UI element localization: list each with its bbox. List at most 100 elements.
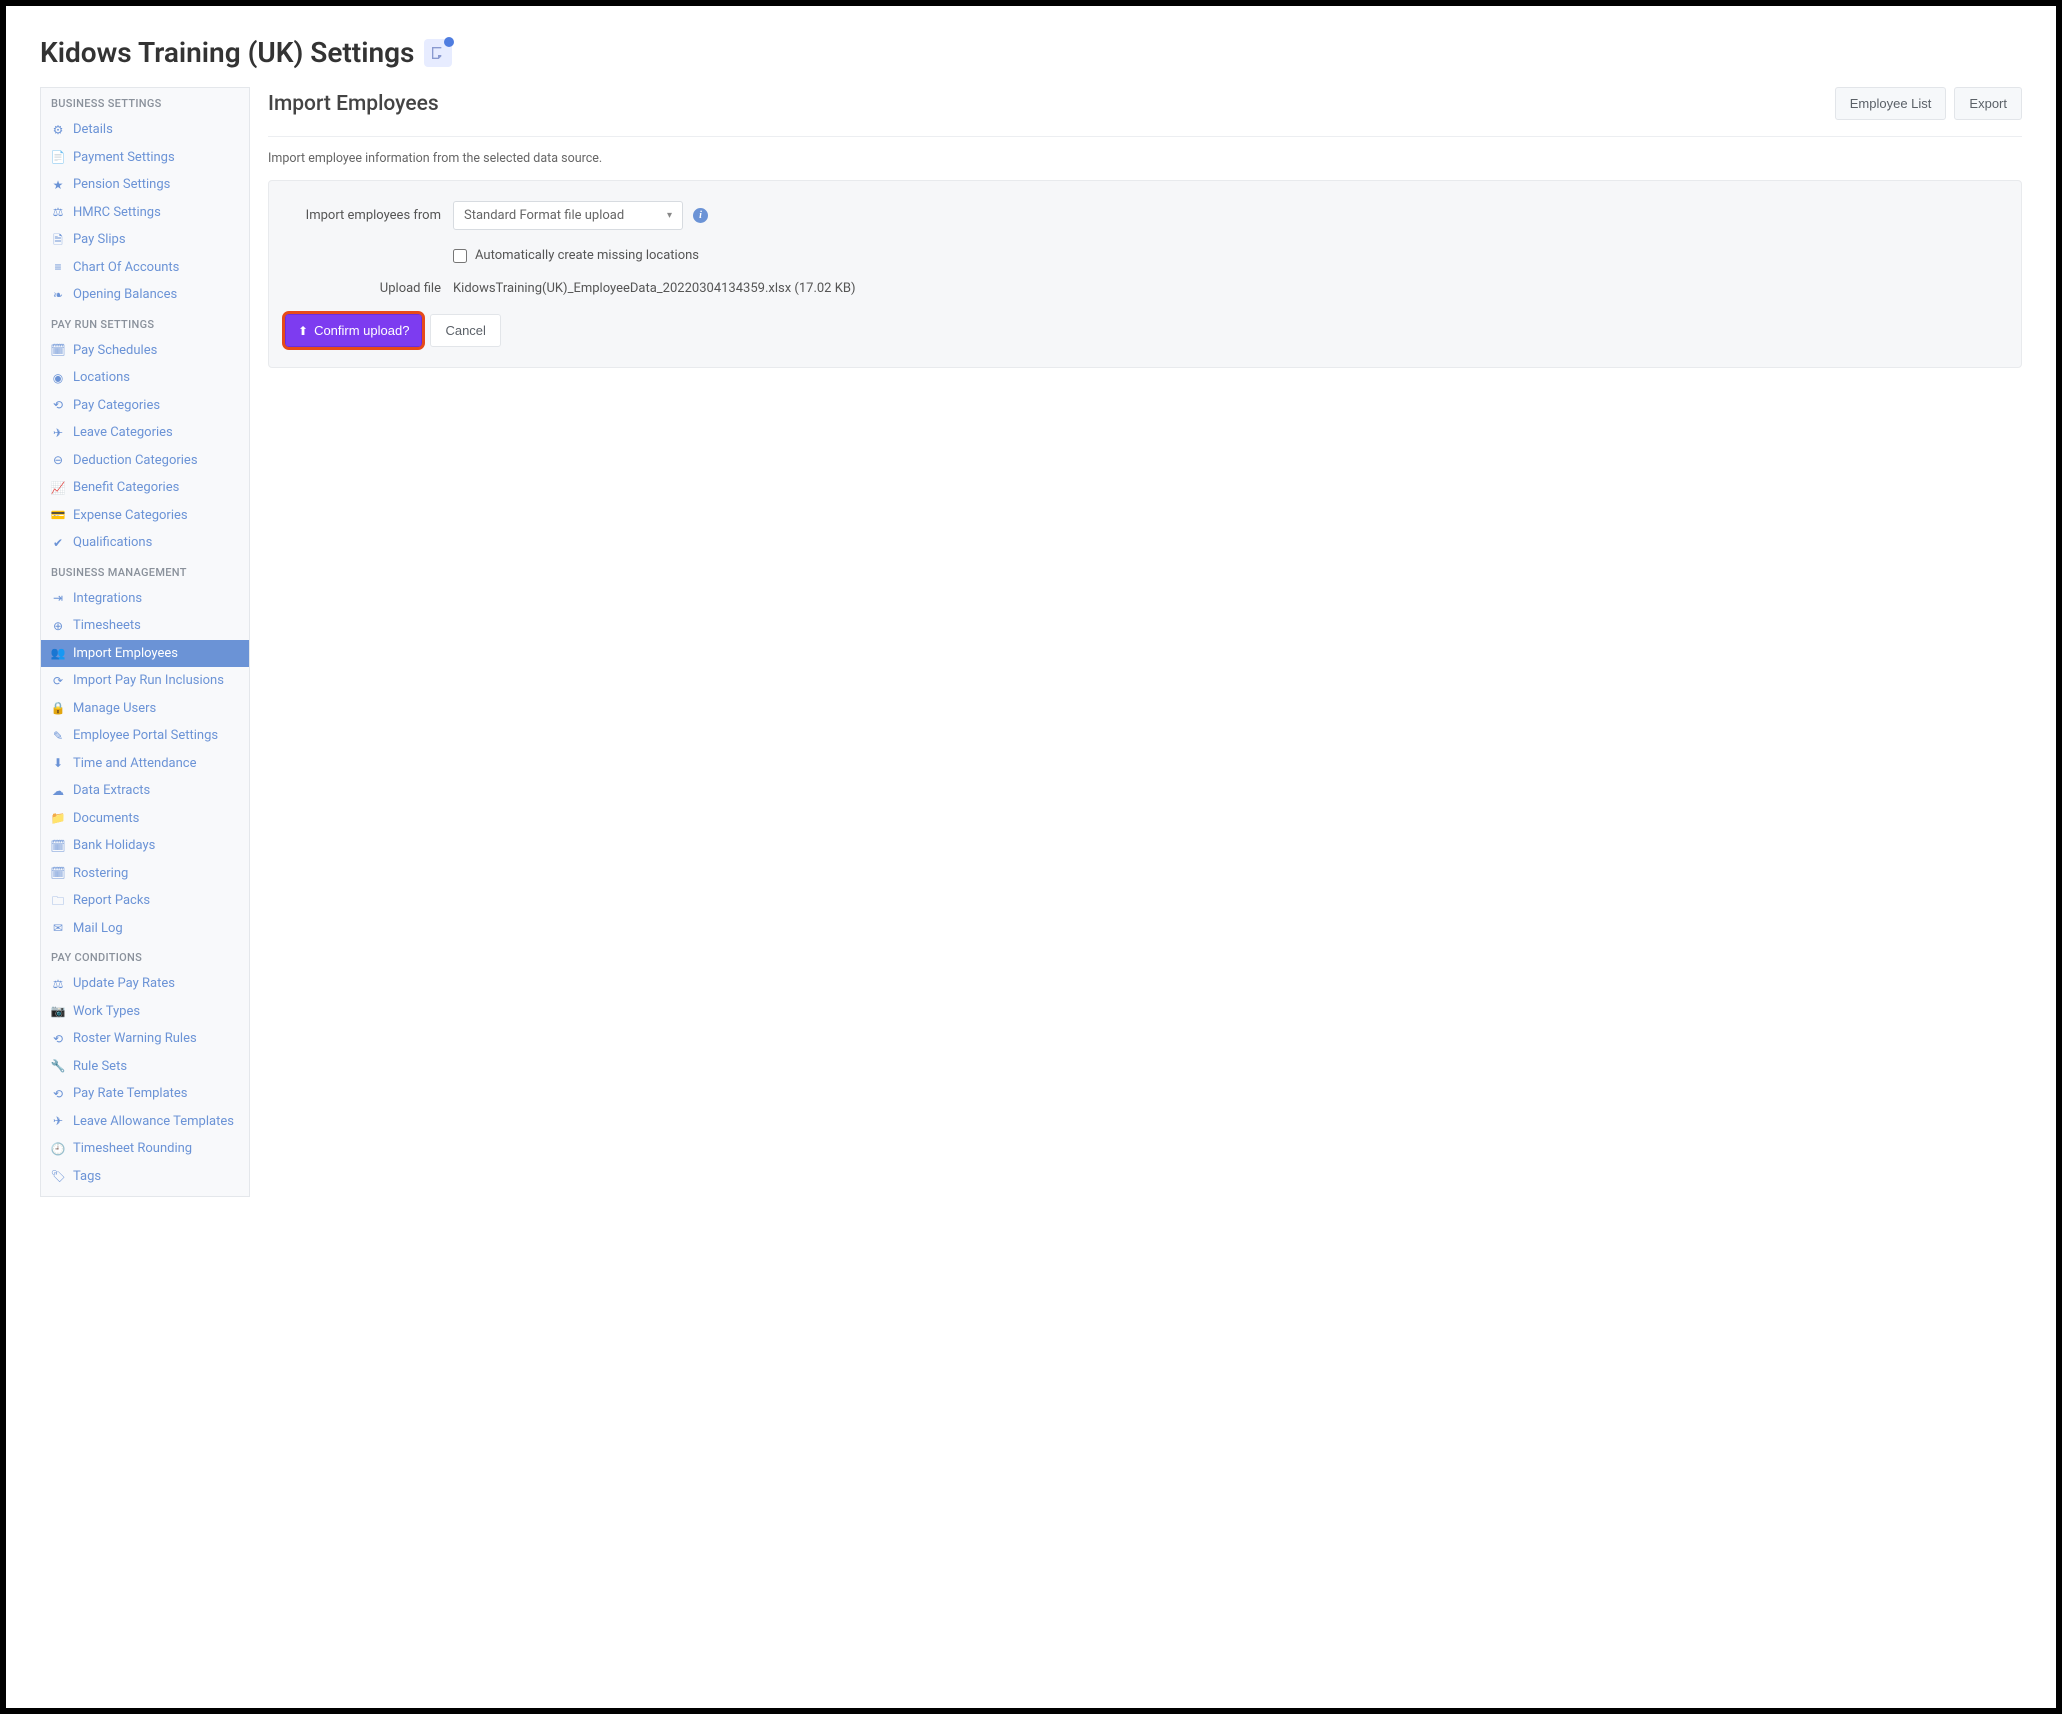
sidebar-item-opening-balances[interactable]: ❧Opening Balances [41,281,249,309]
sidebar-item-label: Documents [73,809,139,829]
sidebar-item-label: Mail Log [73,919,123,939]
sidebar-item-label: Manage Users [73,699,156,719]
sidebar-item-benefit-categories[interactable]: 📈Benefit Categories [41,474,249,502]
sidebar-item-time-and-attendance[interactable]: ⬇ Time and Attendance [41,750,249,778]
sidebar-item-label: Update Pay Rates [73,974,175,994]
sidebar-item-integrations[interactable]: ⇥Integrations [41,585,249,613]
source-select[interactable]: Standard Format file upload ▾ [453,201,683,230]
sidebar-item-pay-slips-icon: 🗎 [51,231,65,249]
sidebar-item-import-employees-icon: 👥 [51,644,65,662]
sidebar-item-bank-holidays[interactable]: 🗓Bank Holidays [41,832,249,860]
sidebar-item-mail-log[interactable]: ✉ Mail Log [41,915,249,943]
sidebar-item-qualifications-icon: ✔ [51,534,65,552]
auto-create-locations-checkbox[interactable] [453,249,467,263]
sidebar-item-pension-settings-icon: ★ [51,176,65,194]
sidebar-item-work-types[interactable]: 📷 Work Types [41,998,249,1026]
sidebar-item-timesheet-rounding[interactable]: 🕘Timesheet Rounding [41,1135,249,1163]
source-select-value: Standard Format file upload [464,208,624,223]
sidebar-item-locations[interactable]: ◉Locations [41,364,249,392]
sidebar-item-details-icon: ⚙ [51,121,65,139]
sidebar-item-label: Time and Attendance [73,754,196,774]
sidebar-item-pension-settings[interactable]: ★ Pension Settings [41,171,249,199]
sidebar-item-leave-categories[interactable]: ✈ Leave Categories [41,419,249,447]
confirm-upload-button[interactable]: ⬆ Confirm upload? [285,314,422,347]
sidebar-item-update-pay-rates[interactable]: ⚖ Update Pay Rates [41,970,249,998]
sidebar-item-label: Rule Sets [73,1057,127,1077]
sidebar-item-work-types-icon: 📷 [51,1002,65,1020]
sidebar-item-pay-categories[interactable]: ⟲Pay Categories [41,392,249,420]
sidebar-item-rostering[interactable]: 🗓Rostering [41,860,249,888]
sidebar-item-rostering-icon: 🗓 [51,864,65,882]
sidebar-item-details[interactable]: ⚙ Details [41,116,249,144]
sidebar-item-import-employees[interactable]: 👥 Import Employees [41,640,249,668]
sidebar-item-tags-icon: 🏷 [51,1167,65,1185]
sidebar-item-qualifications[interactable]: ✔Qualifications [41,529,249,557]
sidebar-item-opening-balances-icon: ❧ [51,286,65,304]
sidebar-item-employee-portal-settings[interactable]: ✎Employee Portal Settings [41,722,249,750]
page-title: Kidows Training (UK) Settings [40,36,414,69]
sidebar-item-pay-rate-templates[interactable]: ⟲ Pay Rate Templates [41,1080,249,1108]
sidebar-item-payment-settings[interactable]: 📄Payment Settings [41,144,249,172]
sidebar-item-label: HMRC Settings [73,203,161,223]
sidebar-item-timesheet-rounding-icon: 🕘 [51,1140,65,1158]
sidebar-item-pay-slips[interactable]: 🗎 Pay Slips [41,226,249,254]
badge-count-dot [444,37,454,47]
export-button[interactable]: Export [1954,87,2022,120]
sidebar-item-manage-users-icon: 🔒 [51,699,65,717]
sidebar-item-documents-icon: 📁 [51,809,65,827]
sidebar-item-pay-rate-templates-icon: ⟲ [51,1085,65,1103]
sidebar-section-header: PAY RUN SETTINGS [41,309,249,337]
sidebar-item-update-pay-rates-icon: ⚖ [51,975,65,993]
sidebar-section-header: PAY CONDITIONS [41,942,249,970]
settings-sidebar: BUSINESS SETTINGS ⚙ Details 📄Payment Settin… [40,87,250,1197]
sidebar-item-report-packs[interactable]: 🗀Report Packs [41,887,249,915]
sidebar-item-label: Work Types [73,1002,140,1022]
sidebar-item-mail-log-icon: ✉ [51,919,65,937]
sidebar-item-leave-allowance-templates-icon: ✈ [51,1112,65,1130]
sidebar-section-header: BUSINESS MANAGEMENT [41,557,249,585]
sidebar-item-label: Deduction Categories [73,451,198,471]
sidebar-section-header: BUSINESS SETTINGS [41,88,249,116]
upload-file-label: Upload file [285,281,453,296]
sidebar-item-label: Locations [73,368,130,388]
sidebar-item-label: Tags [73,1167,101,1187]
sidebar-item-label: Pay Rate Templates [73,1084,188,1104]
sidebar-item-label: Roster Warning Rules [73,1029,197,1049]
sidebar-item-import-pay-run-inclusions[interactable]: ⟳Import Pay Run Inclusions [41,667,249,695]
sidebar-item-time-and-attendance-icon: ⬇ [51,754,65,772]
sidebar-item-pay-schedules[interactable]: 🗓Pay Schedules [41,337,249,365]
sidebar-item-deduction-categories[interactable]: ⊖Deduction Categories [41,447,249,475]
sidebar-item-label: Import Employees [73,644,178,664]
main-content: Import Employees Employee List Export Im… [268,87,2022,368]
sidebar-item-documents[interactable]: 📁 Documents [41,805,249,833]
sidebar-item-chart-of-accounts[interactable]: ≡Chart Of Accounts [41,254,249,282]
sidebar-item-manage-users[interactable]: 🔒 Manage Users [41,695,249,723]
sidebar-item-label: Leave Categories [73,423,173,443]
sidebar-item-employee-portal-settings-icon: ✎ [51,727,65,745]
employee-list-button[interactable]: Employee List [1835,87,1947,120]
sidebar-item-pay-schedules-icon: 🗓 [51,341,65,359]
sidebar-item-label: Data Extracts [73,781,150,801]
sidebar-item-leave-categories-icon: ✈ [51,424,65,442]
info-icon[interactable]: i [693,208,708,223]
import-panel: Import employees from Standard Format fi… [268,180,2022,368]
sidebar-item-bank-holidays-icon: 🗓 [51,837,65,855]
sidebar-item-hmrc-settings[interactable]: ⚖HMRC Settings [41,199,249,227]
sidebar-item-label: Details [73,120,113,140]
cancel-button[interactable]: Cancel [430,314,500,347]
sidebar-item-roster-warning-rules-icon: ⟲ [51,1030,65,1048]
intro-text: Import employee information from the sel… [268,151,2022,166]
sidebar-item-data-extracts-icon: ☁ [51,782,65,800]
sidebar-item-leave-allowance-templates[interactable]: ✈Leave Allowance Templates [41,1108,249,1136]
sidebar-item-label: Pension Settings [73,175,170,195]
sidebar-item-timesheets[interactable]: ⊕Timesheets [41,612,249,640]
sidebar-item-expense-categories[interactable]: 💳Expense Categories [41,502,249,530]
sidebar-item-tags[interactable]: 🏷 Tags [41,1163,249,1191]
sidebar-item-data-extracts[interactable]: ☁ Data Extracts [41,777,249,805]
sidebar-item-rule-sets[interactable]: 🔧Rule Sets [41,1053,249,1081]
sidebar-item-report-packs-icon: 🗀 [51,892,65,910]
title-notes-badge[interactable] [424,39,452,67]
sidebar-item-timesheets-icon: ⊕ [51,617,65,635]
sidebar-item-label: Pay Slips [73,230,126,250]
sidebar-item-roster-warning-rules[interactable]: ⟲ Roster Warning Rules [41,1025,249,1053]
